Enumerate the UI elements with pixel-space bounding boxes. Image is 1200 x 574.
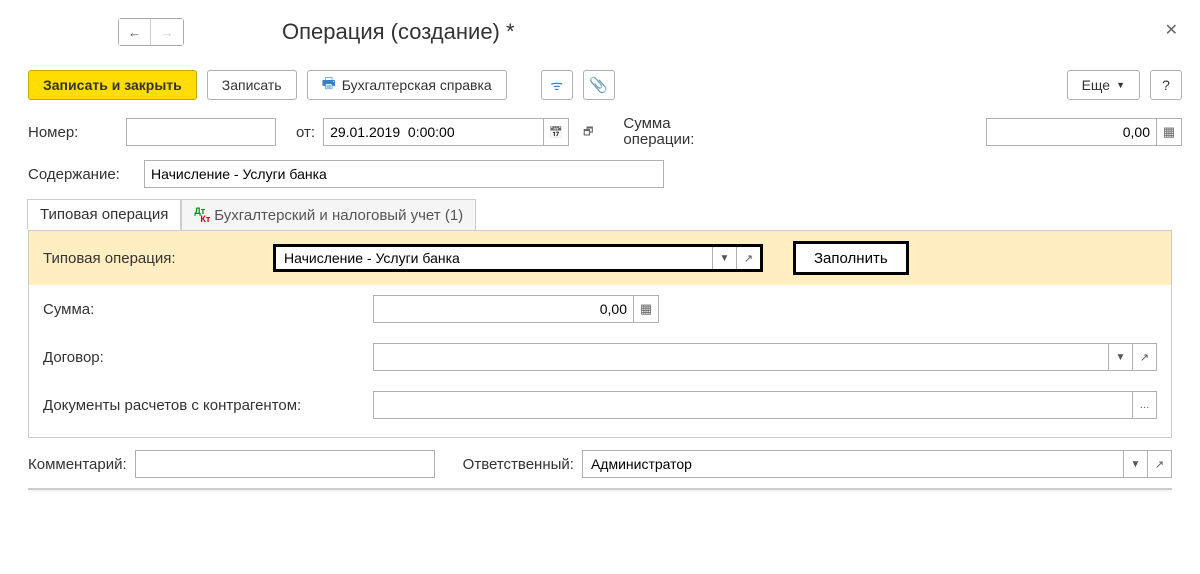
nav-buttons: ← → xyxy=(118,18,184,46)
tab2-label: Бухгалтерский и налоговый учет (1) xyxy=(214,207,463,224)
contract-combo[interactable]: ▼ ↗ xyxy=(373,343,1157,371)
chevron-down-icon: ▼ xyxy=(1116,352,1126,363)
open-icon: ↗ xyxy=(744,252,753,265)
calendar-icon xyxy=(549,125,563,139)
amount-input-group xyxy=(373,295,659,323)
responsible-label: Ответственный: xyxy=(463,456,574,473)
docs-select-button[interactable]: … xyxy=(1132,392,1156,418)
print-reference-button[interactable]: 🖶 Бухгалтерская справка xyxy=(307,70,507,100)
paperclip-icon: 📎 xyxy=(589,76,608,94)
printer-icon: 🖶 xyxy=(322,73,336,98)
calculator-icon xyxy=(1163,124,1175,140)
tab-accounting[interactable]: ДтКт Бухгалтерский и налоговый учет (1) xyxy=(181,199,476,230)
sum-label: Сумма операции: xyxy=(623,116,694,148)
tabs-wrapper: Типовая операция ДтКт Бухгалтерский и на… xyxy=(18,200,1182,231)
row-docs: Документы расчетов с контрагентом: … xyxy=(29,381,1171,429)
more-button[interactable]: Еще ▼ xyxy=(1067,70,1140,100)
comment-input[interactable] xyxy=(135,450,435,478)
comment-label: Комментарий: xyxy=(28,456,127,473)
type-op-combo[interactable]: ▼ ↗ xyxy=(273,244,763,272)
attach-button[interactable]: 📎 xyxy=(583,70,615,100)
sum-calc-button[interactable] xyxy=(1156,118,1182,146)
page-title: Операция (создание) * xyxy=(282,19,515,45)
row-contract: Договор: ▼ ↗ xyxy=(29,333,1171,381)
external-form-button[interactable] xyxy=(583,122,593,142)
content-input[interactable] xyxy=(144,160,664,188)
date-label: от: xyxy=(296,124,315,141)
tab-typical-operation[interactable]: Типовая операция xyxy=(27,199,181,230)
tab1-label: Типовая операция xyxy=(40,206,168,223)
more-label: Еще xyxy=(1082,77,1111,93)
back-button[interactable]: ← xyxy=(119,19,151,45)
docs-combo[interactable]: … xyxy=(373,391,1157,419)
footer-row: Комментарий: Ответственный: ▼ ↗ xyxy=(18,450,1182,478)
save-button[interactable]: Записать xyxy=(207,70,297,100)
type-op-input[interactable] xyxy=(276,247,712,269)
sum-input[interactable] xyxy=(986,118,1156,146)
ellipsis-icon: … xyxy=(1140,400,1150,411)
forward-button[interactable]: → xyxy=(151,19,183,45)
contract-dropdown-button[interactable]: ▼ xyxy=(1108,344,1132,370)
docs-label: Документы расчетов с контрагентом: xyxy=(43,397,363,414)
bottom-divider xyxy=(28,486,1172,490)
date-input-group xyxy=(323,118,569,146)
contract-input[interactable] xyxy=(374,344,1108,370)
calculator-icon xyxy=(640,301,652,317)
responsible-input[interactable] xyxy=(583,451,1123,477)
open-icon: ↗ xyxy=(1155,458,1164,471)
open-icon: ↗ xyxy=(1140,351,1149,364)
chevron-down-icon: ▼ xyxy=(1116,80,1125,90)
structure-button[interactable]: ᯤ xyxy=(541,70,573,100)
save-and-close-button[interactable]: Записать и закрыть xyxy=(28,70,197,100)
row-content: Содержание: xyxy=(18,160,1182,188)
row-amount: Сумма: xyxy=(29,285,1171,333)
print-reference-label: Бухгалтерская справка xyxy=(342,77,492,93)
arrow-right-icon: → xyxy=(160,25,173,40)
chevron-down-icon: ▼ xyxy=(1131,459,1141,470)
content-label: Содержание: xyxy=(28,166,136,183)
type-op-label: Типовая операция: xyxy=(43,250,263,267)
row-number-date-sum: Номер: от: Сумма операции: xyxy=(18,116,1182,148)
contract-label: Договор: xyxy=(43,349,363,366)
header: ← → Операция (создание) * ✕ xyxy=(18,18,1182,46)
calendar-button[interactable] xyxy=(543,118,569,146)
type-op-dropdown-button[interactable]: ▼ xyxy=(712,247,736,269)
arrow-left-icon: ← xyxy=(128,25,141,40)
number-label: Номер: xyxy=(28,124,118,141)
type-op-open-button[interactable]: ↗ xyxy=(736,247,760,269)
close-button[interactable]: ✕ xyxy=(1165,20,1178,40)
fill-button[interactable]: Заполнить xyxy=(793,241,909,275)
tabs-header: Типовая операция ДтКт Бухгалтерский и на… xyxy=(27,199,1172,230)
amount-calc-button[interactable] xyxy=(633,295,659,323)
dtkt-icon: ДтКт xyxy=(194,207,210,223)
contract-open-button[interactable]: ↗ xyxy=(1132,344,1156,370)
amount-input[interactable] xyxy=(373,295,633,323)
amount-label: Сумма: xyxy=(43,301,363,318)
responsible-dropdown-button[interactable]: ▼ xyxy=(1123,451,1147,477)
number-input[interactable] xyxy=(126,118,276,146)
external-form-icon xyxy=(583,122,593,138)
docs-input[interactable] xyxy=(374,392,1132,418)
tab-body: Типовая операция: ▼ ↗ Заполнить Сумма: Д… xyxy=(28,230,1172,438)
help-button[interactable]: ? xyxy=(1150,70,1182,100)
responsible-combo[interactable]: ▼ ↗ xyxy=(582,450,1172,478)
chevron-down-icon: ▼ xyxy=(720,253,730,264)
structure-icon: ᯤ xyxy=(550,76,563,95)
date-input[interactable] xyxy=(323,118,543,146)
responsible-open-button[interactable]: ↗ xyxy=(1147,451,1171,477)
sum-input-group xyxy=(986,118,1182,146)
row-typical-operation: Типовая операция: ▼ ↗ Заполнить xyxy=(29,231,1171,285)
toolbar: Записать и закрыть Записать 🖶 Бухгалтерс… xyxy=(18,70,1182,100)
